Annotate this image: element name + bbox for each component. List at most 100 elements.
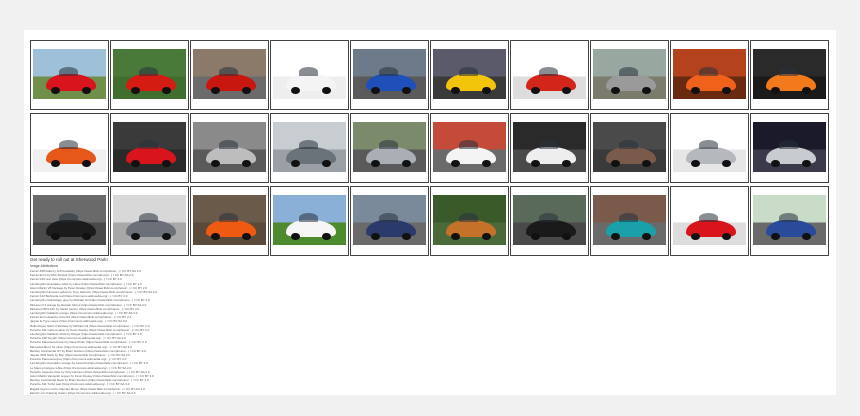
gallery-thumbnail[interactable] — [30, 186, 109, 256]
gallery-thumbnail[interactable] — [270, 113, 349, 183]
gallery-thumbnail[interactable] — [190, 186, 269, 256]
car-shape — [46, 66, 96, 95]
wheel-shape — [241, 159, 251, 168]
blue-electric-car-image — [753, 195, 826, 245]
gallery-thumbnail[interactable] — [510, 113, 589, 183]
gallery-thumbnail[interactable] — [110, 113, 189, 183]
gallery-thumbnail[interactable] — [430, 40, 509, 110]
wheel-shape — [481, 232, 491, 241]
gallery-thumbnail[interactable] — [110, 40, 189, 110]
car-shape — [606, 66, 656, 95]
car-shape — [126, 212, 176, 241]
car-shape — [46, 212, 96, 241]
wheel-shape — [241, 232, 251, 241]
wheel-shape — [51, 159, 61, 168]
car-shape — [366, 66, 416, 95]
wheel-shape — [611, 232, 621, 241]
gallery-thumbnail[interactable] — [510, 186, 589, 256]
wheel-shape — [641, 159, 651, 168]
attribution-line: Electric car charging station (https://c… — [30, 390, 136, 395]
wheel-shape — [401, 232, 411, 241]
wheel-shape — [531, 159, 541, 168]
gallery-thumbnail[interactable] — [510, 40, 589, 110]
wheel-shape — [131, 232, 141, 241]
wheel-shape — [51, 86, 61, 95]
wheel-shape — [211, 159, 221, 168]
car-shape — [766, 212, 816, 241]
gallery-thumbnail[interactable] — [430, 186, 509, 256]
car-shape — [286, 66, 336, 95]
gallery-thumbnail[interactable] — [750, 40, 829, 110]
gallery-thumbnail[interactable] — [430, 113, 509, 183]
wheel-shape — [371, 232, 381, 241]
gallery-thumbnail[interactable] — [270, 40, 349, 110]
grey-sports-car-image — [113, 195, 186, 245]
car-shape — [446, 66, 496, 95]
gallery-thumbnail[interactable] — [670, 186, 749, 256]
gallery-thumbnail[interactable] — [670, 113, 749, 183]
copper-sports-car-image — [433, 195, 506, 245]
wheel-shape — [531, 86, 541, 95]
grey-sports-car-image — [273, 122, 346, 172]
wheel-shape — [81, 159, 91, 168]
car-shape — [766, 66, 816, 95]
wheel-shape — [131, 86, 141, 95]
white-sports-car-image — [513, 122, 586, 172]
white-sports-car-image — [273, 49, 346, 99]
wheel-shape — [561, 232, 571, 241]
car-shape — [766, 139, 816, 168]
gallery-thumbnail[interactable] — [30, 113, 109, 183]
gallery-thumbnail[interactable] — [350, 113, 429, 183]
gallery-thumbnail[interactable] — [590, 113, 669, 183]
car-shape — [526, 139, 576, 168]
red-sports-car-image — [33, 49, 106, 99]
orange-sports-car-image — [33, 122, 106, 172]
wheel-shape — [481, 159, 491, 168]
gallery-thumbnail[interactable] — [190, 40, 269, 110]
wheel-shape — [611, 86, 621, 95]
yellow-sports-car-image — [433, 49, 506, 99]
orange-sports-car-image — [193, 195, 266, 245]
gallery-thumbnail[interactable] — [750, 186, 829, 256]
wheel-shape — [721, 86, 731, 95]
wheel-shape — [81, 232, 91, 241]
wheel-shape — [721, 159, 731, 168]
gallery-thumbnail[interactable] — [350, 40, 429, 110]
car-shape — [366, 139, 416, 168]
car-shape — [606, 212, 656, 241]
teal-sports-car-image — [593, 195, 666, 245]
wheel-shape — [611, 159, 621, 168]
orange-sports-car-image — [673, 49, 746, 99]
gallery-thumbnail[interactable] — [30, 40, 109, 110]
gallery-thumbnail[interactable] — [350, 186, 429, 256]
gallery-thumbnail[interactable] — [270, 186, 349, 256]
red-sports-car-image — [113, 49, 186, 99]
black-sports-car-image — [513, 195, 586, 245]
gallery-thumbnail[interactable] — [750, 113, 829, 183]
wheel-shape — [801, 86, 811, 95]
wheel-shape — [161, 86, 171, 95]
car-shape — [686, 212, 736, 241]
gallery-thumbnail[interactable] — [670, 40, 749, 110]
gallery-thumbnail[interactable] — [110, 186, 189, 256]
wheel-shape — [451, 86, 461, 95]
gallery-thumbnail[interactable] — [590, 186, 669, 256]
red-sports-car-image — [513, 49, 586, 99]
wheel-shape — [801, 159, 811, 168]
white-sports-car-image — [273, 195, 346, 245]
attributions-list: Ferrari 458 Italia by Jeff Kowalsky (htt… — [30, 269, 630, 395]
red-sports-car-image — [193, 49, 266, 99]
wheel-shape — [81, 86, 91, 95]
car-shape — [206, 212, 256, 241]
red-sports-car-image — [673, 195, 746, 245]
black-sports-car-image — [33, 195, 106, 245]
wheel-shape — [211, 86, 221, 95]
wheel-shape — [531, 232, 541, 241]
wheel-shape — [371, 159, 381, 168]
gallery-thumbnail[interactable] — [590, 40, 669, 110]
gallery-thumbnail[interactable] — [190, 113, 269, 183]
wheel-shape — [771, 232, 781, 241]
car-shape — [526, 212, 576, 241]
wheel-shape — [131, 159, 141, 168]
car-shape — [126, 66, 176, 95]
